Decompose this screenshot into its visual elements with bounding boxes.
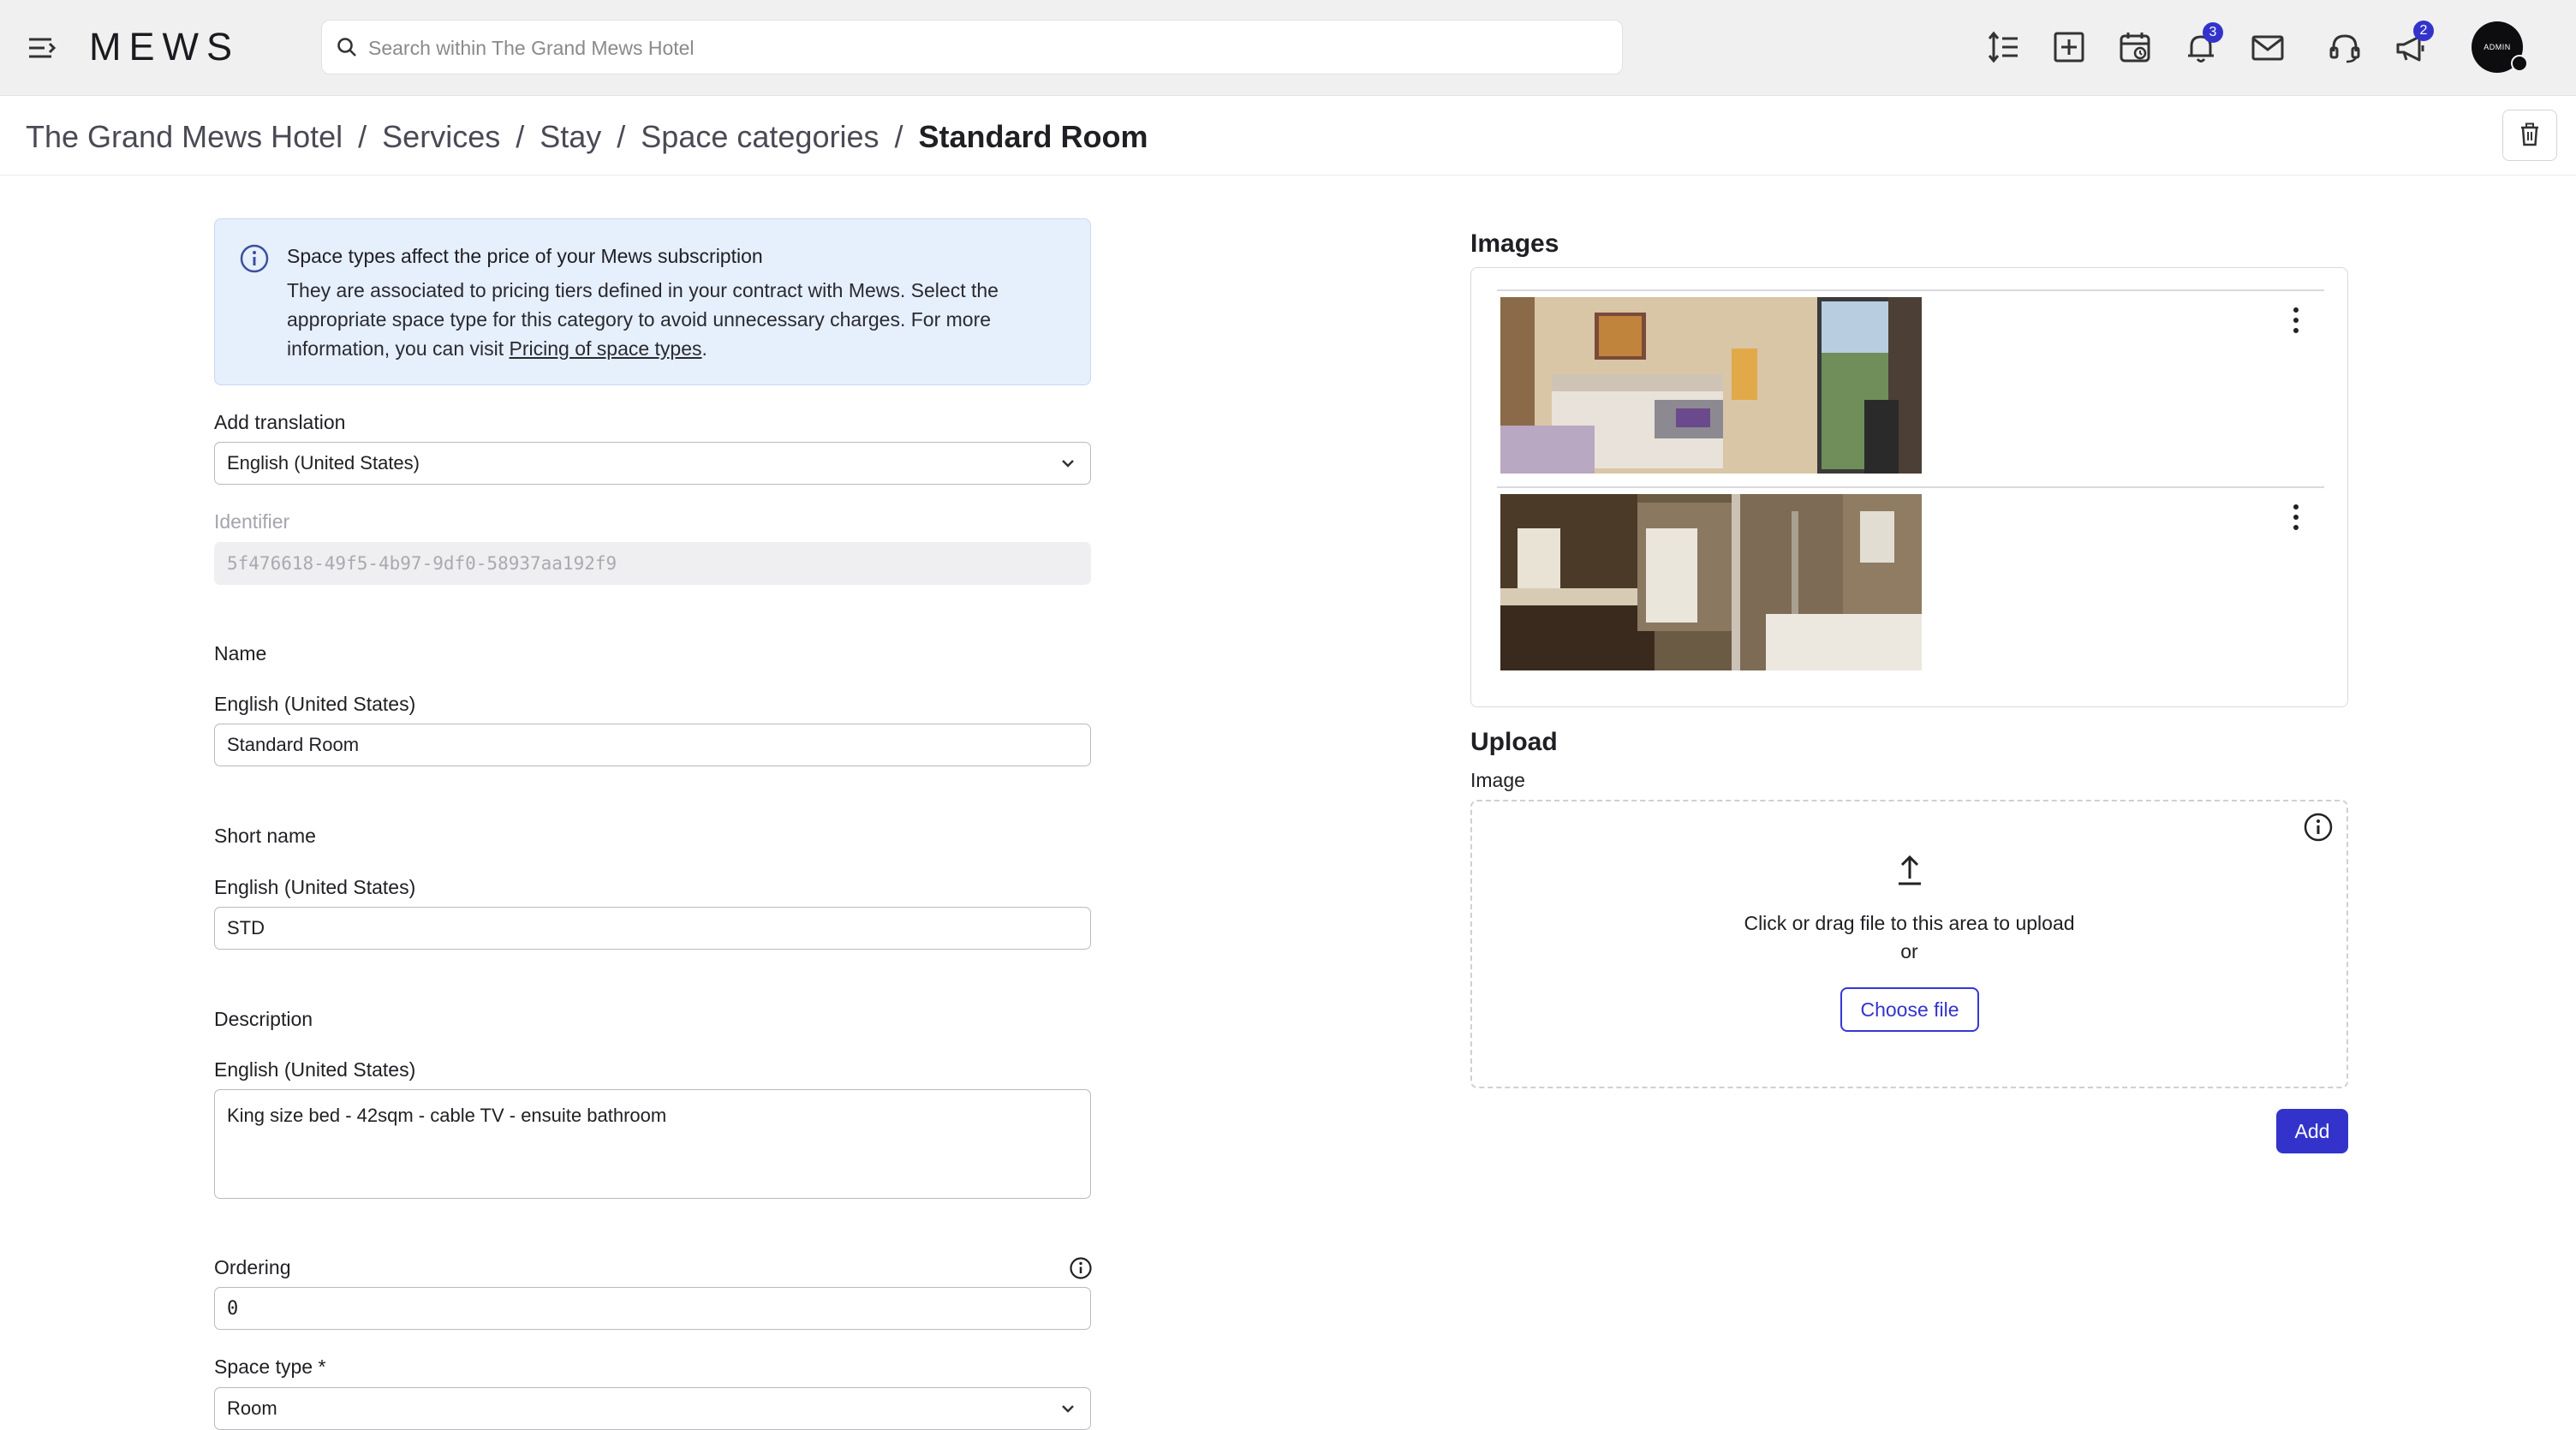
- info-icon[interactable]: [2303, 812, 2334, 843]
- page-title: Standard Room: [918, 119, 1148, 154]
- add-square-icon[interactable]: [2052, 30, 2086, 64]
- breadcrumb-space-categories[interactable]: Space categories: [641, 119, 879, 154]
- breadcrumb-separator: /: [358, 119, 367, 154]
- ordering-input[interactable]: [214, 1287, 1091, 1330]
- more-options-icon[interactable]: [2283, 303, 2309, 337]
- name-language-label: English (United States): [214, 693, 416, 715]
- name-section-label: Name: [214, 642, 267, 664]
- add-button[interactable]: Add: [2276, 1109, 2348, 1153]
- divider: [1497, 289, 2324, 291]
- search-icon: [337, 38, 356, 57]
- chevron-down-icon: [1062, 460, 1074, 468]
- breadcrumb-separator: /: [516, 119, 525, 154]
- divider: [0, 175, 2576, 176]
- mews-logo[interactable]: MEWS: [89, 26, 240, 69]
- space-type-select[interactable]: Room: [214, 1387, 1091, 1430]
- notifications-badge: 3: [2203, 22, 2223, 43]
- short-name-section-label: Short name: [214, 825, 316, 847]
- headset-icon[interactable]: [2328, 31, 2362, 65]
- add-translation-label: Add translation: [214, 411, 346, 433]
- info-icon: [240, 244, 269, 273]
- identifier-label: Identifier: [214, 510, 290, 533]
- space-type-value: Room: [227, 1397, 277, 1419]
- description-section-label: Description: [214, 1008, 313, 1030]
- choose-file-button[interactable]: Choose file: [1840, 987, 1979, 1032]
- pricing-link[interactable]: Pricing of space types: [510, 337, 702, 360]
- name-input[interactable]: [214, 724, 1091, 766]
- status-indicator: [2511, 55, 2528, 72]
- delete-button[interactable]: [2502, 110, 2557, 161]
- trash-icon: [2521, 122, 2538, 146]
- breadcrumb: The Grand Mews Hotel / Services / Stay / Space…: [26, 116, 1148, 158]
- short-name-language-label: English (United States): [214, 876, 416, 898]
- search-input[interactable]: [367, 22, 1603, 74]
- info-banner-title: Space types affect the price of your Mew…: [287, 245, 763, 267]
- short-name-input[interactable]: [214, 907, 1091, 950]
- bathroom-photo[interactable]: [1500, 494, 1922, 670]
- more-options-icon[interactable]: [2283, 500, 2309, 534]
- description-language-label: English (United States): [214, 1058, 416, 1081]
- announcements-badge: 2: [2413, 21, 2434, 41]
- images-heading: Images: [1470, 229, 1559, 258]
- breadcrumb-stay[interactable]: Stay: [540, 119, 601, 154]
- breadcrumb-hotel[interactable]: The Grand Mews Hotel: [26, 119, 343, 154]
- info-banner-period: .: [701, 337, 707, 360]
- info-banner-text: They are associated to pricing tiers def…: [287, 276, 1058, 363]
- divider: [1497, 486, 2324, 488]
- sort-icon[interactable]: [1987, 30, 2021, 64]
- image-field-label: Image: [1470, 769, 1525, 791]
- upload-heading: Upload: [1470, 728, 1558, 756]
- add-translation-select[interactable]: English (United States): [214, 442, 1091, 485]
- bedroom-photo[interactable]: [1500, 297, 1922, 474]
- space-type-label: Space type *: [214, 1356, 326, 1378]
- dropzone-text: Click or drag file to this area to uploa…: [1744, 912, 2075, 934]
- dropzone-or-text: or: [1900, 940, 1918, 962]
- chevron-down-icon: [1062, 1405, 1074, 1413]
- breadcrumb-services[interactable]: Services: [382, 119, 500, 154]
- upload-icon: [1899, 855, 1921, 885]
- description-textarea[interactable]: King size bed - 42sqm - cable TV - ensui…: [214, 1089, 1091, 1199]
- menu-icon[interactable]: [26, 33, 58, 63]
- add-translation-value: English (United States): [227, 452, 420, 474]
- mail-icon[interactable]: [2251, 31, 2285, 65]
- calendar-icon[interactable]: [2118, 30, 2152, 64]
- identifier-field: 5f476618-49f5-4b97-9df0-58937aa192f9: [214, 542, 1091, 585]
- breadcrumb-separator: /: [617, 119, 626, 154]
- ordering-label: Ordering: [214, 1256, 291, 1278]
- info-icon[interactable]: [1069, 1256, 1093, 1280]
- breadcrumb-separator: /: [894, 119, 903, 154]
